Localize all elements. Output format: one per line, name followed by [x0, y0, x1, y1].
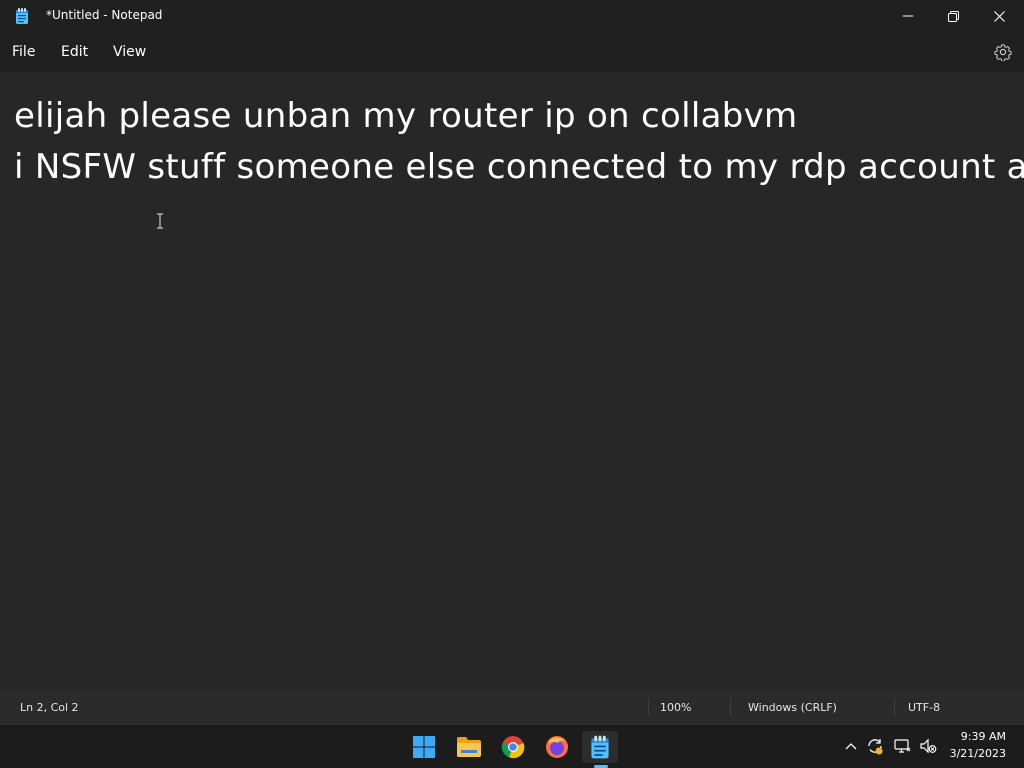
status-divider [894, 698, 895, 716]
close-icon [993, 10, 1005, 22]
zoom-level[interactable]: 100% [660, 701, 691, 714]
gear-icon[interactable] [994, 43, 1012, 61]
status-bar: Ln 2, Col 2 100% Windows (CRLF) UTF-8 [0, 690, 1024, 724]
file-explorer-icon [457, 737, 481, 757]
clock-date[interactable]: 3/21/2023 [940, 747, 1006, 760]
network-icon [894, 739, 911, 753]
sync-icon [868, 739, 883, 755]
clock-time[interactable]: 9:39 AM [940, 730, 1006, 743]
notepad-icon [591, 735, 609, 759]
taskbar: 9:39 AM 3/21/2023 [0, 724, 1024, 768]
title-bar: *Untitled - Notepad [0, 0, 1024, 32]
start-button[interactable] [406, 731, 442, 763]
chevron-up-icon [845, 743, 857, 750]
minimize-icon [903, 15, 913, 17]
chrome-button[interactable] [495, 731, 531, 763]
notepad-icon [16, 8, 28, 24]
chrome-icon [501, 736, 525, 759]
notepad-taskbar-button[interactable] [582, 731, 618, 763]
network-button[interactable] [893, 737, 911, 755]
menu-view[interactable]: View [113, 44, 146, 60]
text-editor[interactable]: elijah please unban my router ip on coll… [0, 72, 1024, 690]
minimize-button[interactable] [885, 0, 931, 32]
line-ending[interactable]: Windows (CRLF) [748, 701, 837, 714]
show-hidden-icons-button[interactable] [842, 737, 860, 755]
volume-button[interactable] [919, 737, 937, 755]
menu-edit[interactable]: Edit [61, 44, 88, 60]
cursor-position: Ln 2, Col 2 [20, 701, 79, 714]
text-cursor-icon [157, 213, 163, 229]
firefox-icon [546, 736, 568, 758]
status-divider [730, 698, 731, 716]
menu-bar: File Edit View [0, 32, 1024, 72]
editor-line: i NSFW stuff someone else connected to m… [14, 147, 1024, 187]
menu-file[interactable]: File [12, 44, 35, 60]
restore-button[interactable] [930, 0, 976, 32]
status-divider [648, 698, 649, 716]
restore-icon [947, 10, 959, 22]
start-icon [413, 736, 435, 758]
firefox-button[interactable] [539, 731, 575, 763]
sync-status-button[interactable] [866, 737, 884, 755]
file-explorer-button[interactable] [451, 731, 487, 763]
volume-muted-icon [920, 738, 937, 754]
encoding[interactable]: UTF-8 [908, 701, 940, 714]
close-button[interactable] [976, 0, 1022, 32]
window-title: *Untitled - Notepad [46, 8, 163, 22]
editor-line: elijah please unban my router ip on coll… [14, 96, 798, 136]
